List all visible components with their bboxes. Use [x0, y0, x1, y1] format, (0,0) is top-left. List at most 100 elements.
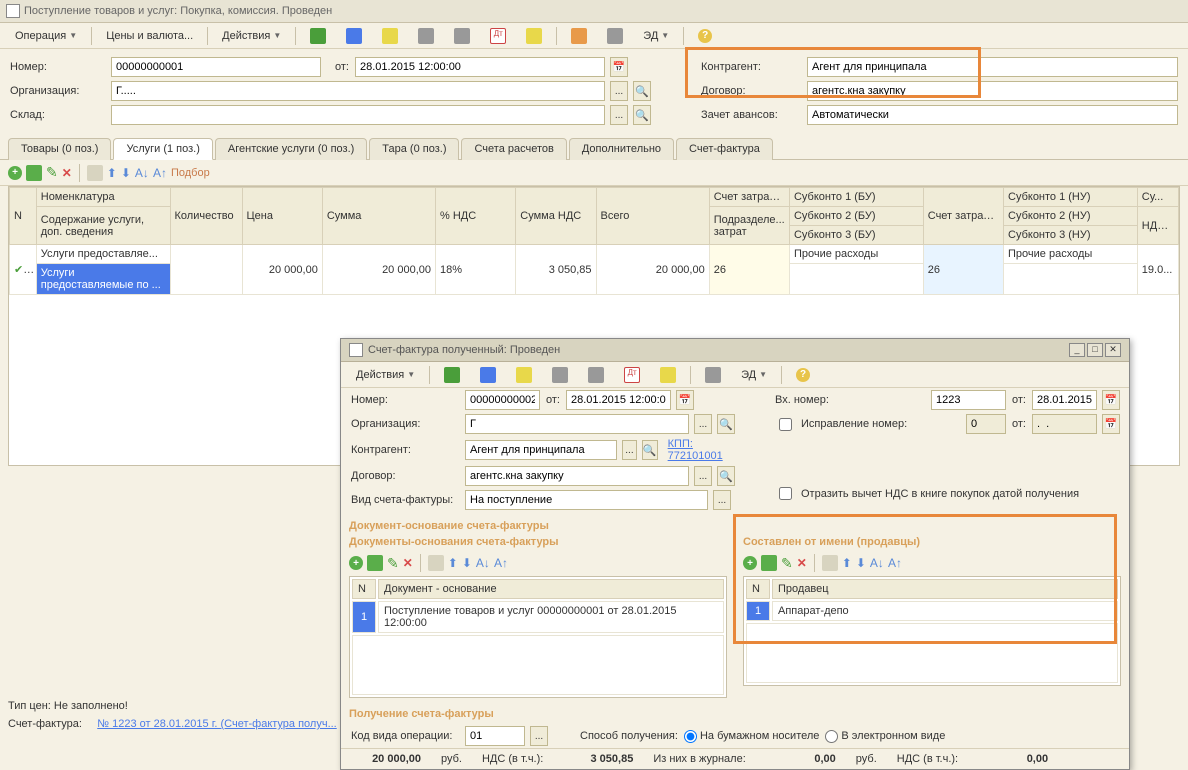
advance-field[interactable]	[807, 105, 1178, 125]
d-org-field[interactable]	[465, 414, 689, 434]
correction-checkbox[interactable]	[779, 418, 792, 431]
grid-body[interactable]: ✔ 1 Услуги предоставляе... 20 000,00 20 …	[10, 245, 1179, 295]
org-search-icon[interactable]: 🔍	[633, 81, 651, 101]
select-icon[interactable]: ...	[694, 466, 712, 486]
prices-button[interactable]: Цены и валюта...	[97, 26, 202, 46]
row-down-icon[interactable]: ⬇	[121, 166, 131, 180]
doc-sort-asc-icon[interactable]: A↓	[476, 556, 490, 570]
dialog-ed-menu[interactable]: ЭД▼	[732, 365, 776, 385]
basis-icon[interactable]	[517, 24, 551, 48]
seller-sort-asc-icon[interactable]: A↓	[870, 556, 884, 570]
doc-disable-icon[interactable]	[428, 555, 444, 571]
electronic-radio[interactable]: В электронном виде	[825, 730, 945, 743]
warehouse-field[interactable]	[111, 105, 605, 125]
dialog-actions-menu[interactable]: Действия▼	[347, 365, 424, 385]
dialog-report-icon[interactable]	[696, 363, 730, 387]
add-icon[interactable]	[301, 24, 335, 48]
sort-asc-icon[interactable]: A↓	[135, 166, 149, 180]
doc-add-icon[interactable]: +	[349, 556, 363, 570]
table-row[interactable]: 1Поступление товаров и услуг 00000000001…	[352, 601, 724, 633]
d-contract-field[interactable]	[465, 466, 689, 486]
doc-down-icon[interactable]: ⬇	[462, 556, 472, 570]
save-icon[interactable]	[373, 24, 407, 48]
number-field[interactable]	[111, 57, 321, 77]
invoice-link[interactable]: № 1223 от 28.01.2015 г. (Счет-фактура по…	[97, 718, 337, 730]
doc-sort-desc-icon[interactable]: A↑	[494, 556, 508, 570]
post-icon[interactable]	[409, 24, 443, 48]
select-icon[interactable]: ...	[694, 414, 712, 434]
doc-delete-icon[interactable]: ✕	[403, 556, 413, 570]
dk-icon[interactable]: Дт	[481, 24, 515, 48]
dialog-dk-icon[interactable]: Дт	[615, 363, 649, 387]
row-copy-icon[interactable]	[26, 165, 42, 181]
refresh-icon[interactable]	[337, 24, 371, 48]
select-icon[interactable]: ...	[530, 726, 548, 746]
select-icon[interactable]: ...	[622, 440, 637, 460]
search-icon[interactable]: 🔍	[717, 466, 735, 486]
report-icon[interactable]	[598, 24, 632, 48]
seller-down-icon[interactable]: ⬇	[856, 556, 866, 570]
date-field[interactable]	[355, 57, 605, 77]
d-date-field[interactable]	[566, 390, 671, 410]
deduct-checkbox[interactable]	[779, 487, 792, 500]
sort-desc-icon[interactable]: A↑	[153, 166, 167, 180]
d-opcode-field[interactable]	[465, 726, 525, 746]
seller-sort-desc-icon[interactable]: A↑	[888, 556, 902, 570]
calendar-icon[interactable]: 📅	[610, 57, 628, 77]
dialog-add-icon[interactable]	[435, 363, 469, 387]
warehouse-search-icon[interactable]: 🔍	[633, 105, 651, 125]
reverse-icon[interactable]	[445, 24, 479, 48]
tab-accounts[interactable]: Счета расчетов	[461, 138, 566, 160]
actions-menu[interactable]: Действия▼	[213, 26, 290, 46]
d-corr-date[interactable]	[1032, 414, 1097, 434]
podbor-link[interactable]: Подбор	[171, 167, 210, 179]
seller-copy-icon[interactable]	[761, 555, 777, 571]
minimize-icon[interactable]: _	[1069, 343, 1085, 357]
search-icon[interactable]: 🔍	[717, 414, 735, 434]
kpp-link[interactable]: КПП: 772101001	[668, 438, 735, 462]
row-delete-icon[interactable]: ✕	[62, 166, 72, 180]
seller-up-icon[interactable]: ⬆	[842, 556, 852, 570]
help-icon[interactable]: ?	[689, 25, 721, 47]
ed-menu[interactable]: ЭД▼	[634, 26, 678, 46]
d-incnum-field[interactable]	[931, 390, 1006, 410]
calendar-icon[interactable]: 📅	[1102, 414, 1120, 434]
calendar-icon[interactable]: 📅	[1102, 390, 1120, 410]
operation-menu[interactable]: Операция▼	[6, 26, 86, 46]
dialog-refresh-icon[interactable]	[471, 363, 505, 387]
tab-tare[interactable]: Тара (0 поз.)	[369, 138, 459, 160]
d-corr-num[interactable]	[966, 414, 1006, 434]
paper-radio[interactable]: На бумажном носителе	[684, 730, 819, 743]
dialog-post-icon[interactable]	[543, 363, 577, 387]
doc-copy-icon[interactable]	[367, 555, 383, 571]
doc-edit-icon[interactable]: ✎	[387, 555, 399, 572]
row-add-icon[interactable]: +	[8, 166, 22, 180]
calendar-icon[interactable]: 📅	[676, 390, 694, 410]
d-number-field[interactable]	[465, 390, 540, 410]
maximize-icon[interactable]: □	[1087, 343, 1103, 357]
dialog-basis-icon[interactable]	[651, 363, 685, 387]
contragent-field[interactable]	[807, 57, 1178, 77]
tab-agent-services[interactable]: Агентские услуги (0 поз.)	[215, 138, 367, 160]
warehouse-select-icon[interactable]: ...	[610, 105, 628, 125]
tab-goods[interactable]: Товары (0 поз.)	[8, 138, 111, 160]
org-field[interactable]	[111, 81, 605, 101]
struct-icon[interactable]	[562, 24, 596, 48]
table-row[interactable]: 1Аппарат-депо	[746, 601, 1118, 621]
d-contragent-field[interactable]	[465, 440, 617, 460]
close-icon[interactable]: ✕	[1105, 343, 1121, 357]
seller-edit-icon[interactable]: ✎	[781, 555, 793, 572]
row-up-icon[interactable]: ⬆	[107, 166, 117, 180]
row-edit-icon[interactable]: ✎	[46, 164, 58, 181]
select-icon[interactable]: ...	[713, 490, 731, 510]
search-icon[interactable]: 🔍	[642, 440, 658, 460]
seller-add-icon[interactable]: +	[743, 556, 757, 570]
d-incdate-field[interactable]	[1032, 390, 1097, 410]
tab-additional[interactable]: Дополнительно	[569, 138, 674, 160]
table-row[interactable]: ✔ 1 Услуги предоставляе... 20 000,00 20 …	[10, 245, 1179, 264]
dialog-save-icon[interactable]	[507, 363, 541, 387]
dialog-reverse-icon[interactable]	[579, 363, 613, 387]
seller-delete-icon[interactable]: ✕	[797, 556, 807, 570]
tab-invoice[interactable]: Счет-фактура	[676, 138, 773, 160]
row-disable-icon[interactable]	[87, 165, 103, 181]
